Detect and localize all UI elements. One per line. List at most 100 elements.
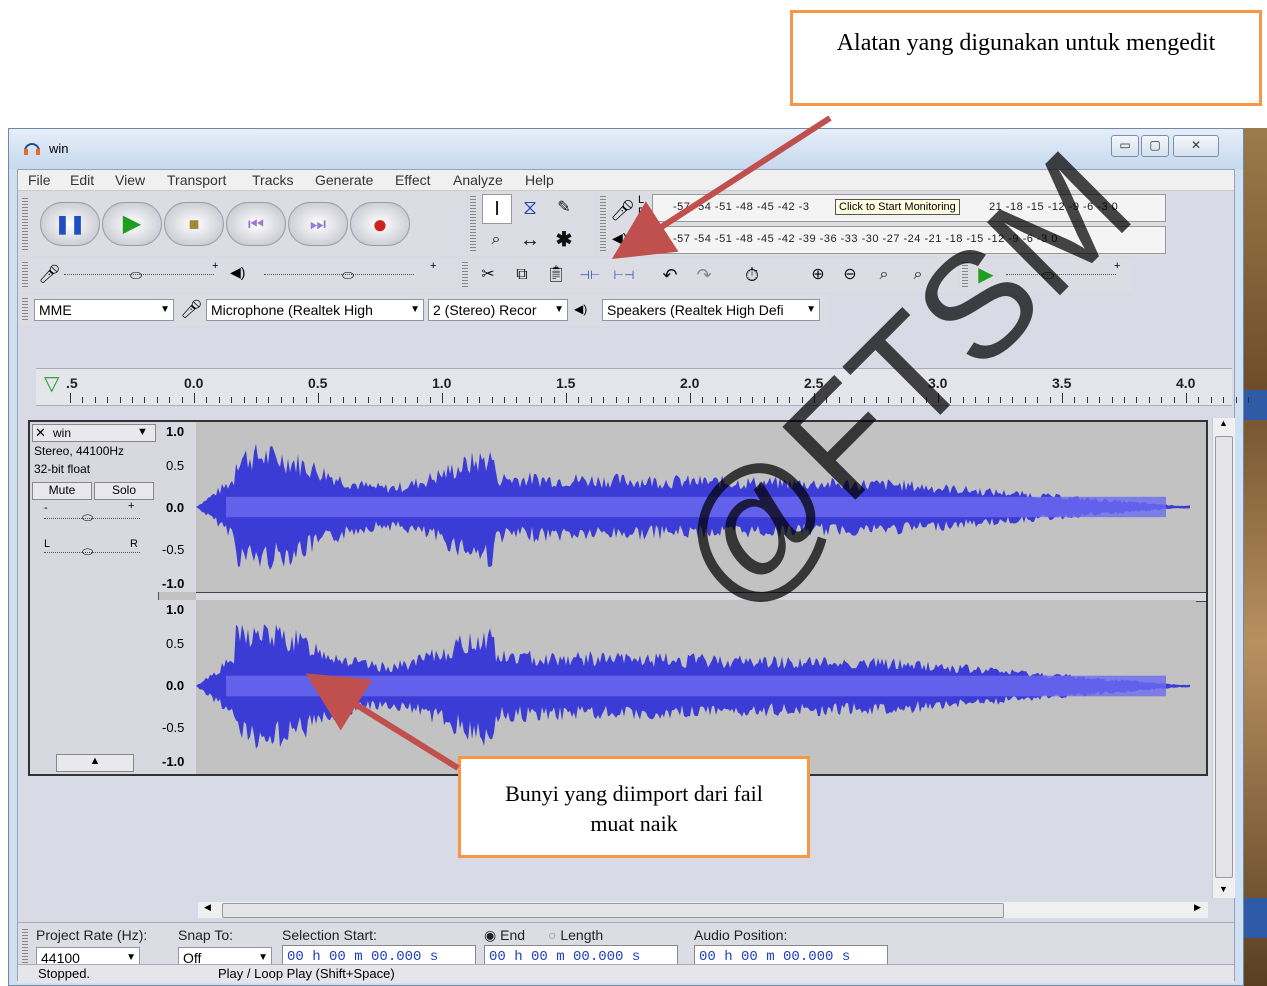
toolbar-grip[interactable] [962,262,968,288]
audio-track[interactable]: ✕ win ▼ Stereo, 44100Hz 32-bit float Mut… [28,420,1208,776]
pause-button[interactable]: ❚❚ [40,202,100,246]
ruler-tick [801,397,803,403]
envelope-tool-icon[interactable]: ⧖ [516,194,544,222]
speaker-icon[interactable]: ◀) [612,230,627,247]
microphone-icon[interactable]: 🎤︎ [610,198,635,223]
solo-button[interactable]: Solo [94,482,154,500]
record-meter[interactable]: -57 -54 -51 -48 -45 -42 -3 Click to Star… [652,194,1166,222]
multi-tool-icon[interactable]: ✱ [550,226,578,254]
toolbar-grip[interactable] [462,262,468,288]
scroll-left-icon[interactable]: ◀ [204,902,211,913]
toolbar-grip[interactable] [22,929,28,965]
menu-file[interactable]: File [28,172,51,188]
timeshift-tool-icon[interactable]: ↔ [516,226,544,254]
fit-selection-icon[interactable]: ⌕ [870,261,898,289]
menu-effect[interactable]: Effect [395,172,431,188]
maximize-button[interactable]: ▢ [1141,135,1169,157]
zoom-in-icon[interactable]: ⊕ [804,261,832,289]
toolbar-grip[interactable] [22,198,28,250]
redo-icon[interactable]: ↷ [690,261,718,289]
track-control-panel: ✕ win ▼ Stereo, 44100Hz 32-bit float Mut… [30,422,159,774]
track-name-menu[interactable]: ✕ win ▼ [32,424,156,442]
play-at-speed-icon[interactable]: ▶ [972,261,1000,289]
draw-tool-icon[interactable]: ✎ [550,194,578,222]
toolbar-grip[interactable] [600,196,606,252]
vertical-scrollbar[interactable]: ▲ ▼ [1212,418,1235,898]
audio-host-select[interactable]: MME ▼ [34,299,174,321]
ruler-tick [1186,393,1187,403]
skip-start-button[interactable]: ⏮ [226,202,286,246]
output-device-select[interactable]: Speakers (Realtek High Defi ▼ [602,299,820,321]
stop-button[interactable]: ■ [164,202,224,246]
skip-end-button[interactable]: ⏭ [288,202,348,246]
scroll-right-icon[interactable]: ▶ [1194,902,1201,913]
track-bitdepth: 32-bit float [34,462,91,476]
zoom-out-icon[interactable]: ⊖ [836,261,864,289]
close-track-icon[interactable]: ✕ [35,425,46,441]
toolbar-grip[interactable] [22,262,28,288]
input-device-select[interactable]: Microphone (Realtek High ▼ [206,299,424,321]
mute-button[interactable]: Mute [32,482,92,500]
toolbar-grip[interactable] [22,298,28,322]
ruler-tick [925,397,927,403]
ruler-tick [714,397,716,403]
scroll-down-icon[interactable]: ▼ [1219,884,1228,894]
playback-meter[interactable]: -57 -54 -51 -48 -45 -42 -39 -36 -33 -30 … [652,226,1166,254]
play-button[interactable]: ▶ [102,202,162,246]
menu-analyze[interactable]: Analyze [453,172,503,188]
paste-icon[interactable]: 📋︎ [542,261,570,289]
cut-icon[interactable]: ✂ [474,261,502,289]
menu-transport[interactable]: Transport [167,172,226,188]
ruler-tick [776,397,778,403]
length-radio[interactable]: ○ Length [548,927,603,943]
play-head-icon[interactable]: ▽ [44,371,59,396]
minimize-button[interactable]: ▭ [1111,135,1139,157]
ruler-tick [466,397,468,403]
record-button[interactable]: ● [350,202,410,246]
collapse-track-button[interactable]: ▲ [56,754,134,772]
ruler-tick [1173,397,1175,403]
ruler-tick [553,397,555,403]
waveform-left-channel[interactable] [196,422,1196,592]
slider-thumb-icon[interactable]: ⬭ [1042,267,1054,284]
slider-thumb-icon[interactable]: ⬭ [130,267,142,284]
scroll-up-icon[interactable]: ▲ [1219,418,1228,428]
slider-thumb-icon[interactable]: ⬭ [82,544,93,560]
close-button[interactable]: ✕ [1173,135,1219,157]
toolbar-grip[interactable] [470,196,476,252]
undo-icon[interactable]: ↶ [656,261,684,289]
menu-help[interactable]: Help [525,172,554,188]
ruler-tick [442,393,443,403]
ruler-tick [305,397,307,403]
callout-editing-tools: Alatan yang digunakan untuk mengedit [790,10,1262,106]
menu-generate[interactable]: Generate [315,172,373,188]
menu-edit[interactable]: Edit [70,172,94,188]
trim-icon[interactable]: ⊣⊢ [576,261,604,289]
menu-tracks[interactable]: Tracks [252,172,293,188]
output-volume-slider[interactable] [264,274,414,276]
silence-icon[interactable]: ⊢⊣ [610,261,638,289]
mixer-toolbar: 🎤︎ ⬭ + ◀) ⬭ + [18,258,458,292]
speed-slider[interactable] [1006,274,1116,276]
ruler-tick [764,397,766,403]
pause-icon: ❚❚ [54,214,86,234]
ruler-tick [454,397,456,403]
input-channels-select[interactable]: 2 (Stereo) Recor ▼ [428,299,568,321]
scroll-thumb[interactable] [222,903,1004,918]
horizontal-scrollbar[interactable]: ◀ ▶ [198,902,1208,918]
fit-project-icon[interactable]: ⌕ [904,261,932,289]
menu-view[interactable]: View [115,172,145,188]
status-hint: Play / Loop Play (Shift+Space) [218,966,395,981]
slider-thumb-icon[interactable]: ⬭ [342,267,354,284]
waveform-right-channel[interactable] [196,600,1196,772]
scroll-thumb[interactable] [1215,436,1233,878]
ruler-tick [392,397,394,403]
ruler-tick [876,397,877,403]
zoom-tool-icon[interactable]: ⌕ [482,226,510,254]
timeline-ruler[interactable]: ▽ .5 0.0 0.5 1.0 1.5 2.0 2.5 3.0 3.5 4.0 [36,368,1249,406]
slider-thumb-icon[interactable]: ⬭ [82,510,93,526]
copy-icon[interactable]: ⧉ [508,261,536,289]
end-radio[interactable]: ◉ End [484,927,525,944]
selection-tool-icon[interactable]: I [482,194,512,224]
sync-lock-icon[interactable]: ⏱ [738,261,766,289]
